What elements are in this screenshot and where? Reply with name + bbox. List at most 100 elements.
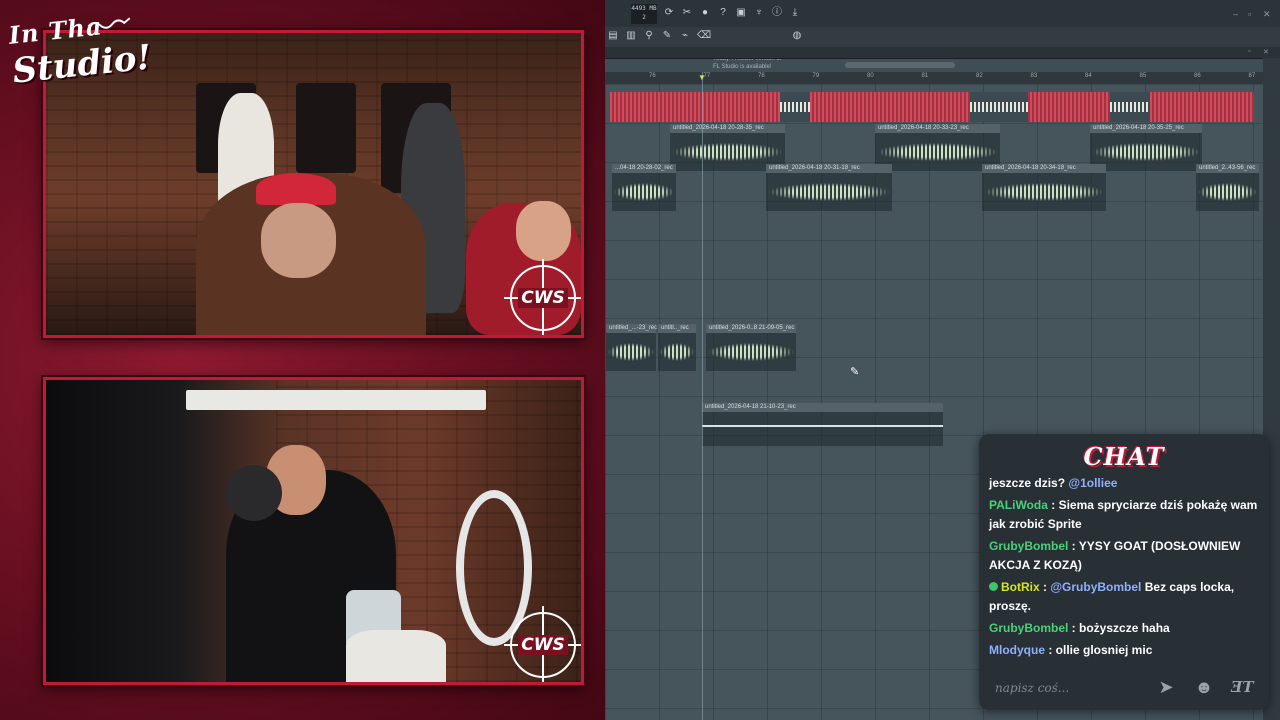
clip-waveform — [984, 183, 1104, 201]
paste-icon[interactable]: ▥ — [625, 30, 637, 42]
clip-name: untitled_2026-04-18 20-31-18_rec — [769, 165, 860, 171]
refresh-icon[interactable]: ⟳ — [663, 7, 675, 19]
webcam-vocal-booth: CWS — [43, 377, 584, 685]
ruler-tick-label: 82 — [976, 73, 983, 79]
clip-name: untitled_2026-04-18 20-33-23_rec — [878, 125, 969, 131]
ruler-tick-label: 80 — [867, 73, 874, 79]
chat-message: PALiWoda : Siema spryciarze dziś pokażę … — [989, 496, 1259, 534]
clip-name: untitled_2026-04-18 20-35-25_rec — [1093, 125, 1184, 131]
pin-icon[interactable]: ⚲ — [643, 30, 655, 42]
ceiling-light — [186, 390, 486, 410]
ruler-tick-label: 81 — [921, 73, 929, 79]
audio-clip[interactable]: untitled_2026-04-18 20-35-25_rec — [1090, 124, 1202, 171]
clip-waveform — [1198, 183, 1257, 201]
chat-username[interactable]: GrubyBombel — [989, 621, 1068, 635]
chat-message: Mlodyque : ollie glosniej mic — [989, 641, 1259, 660]
clip-name: ...04-18 20-28-02_rec — [615, 165, 673, 171]
mic-icon[interactable]: ● — [699, 7, 711, 19]
playhead-marker-icon[interactable]: ▼ — [698, 73, 706, 82]
scissors-icon[interactable]: ✂ — [681, 7, 693, 19]
chat-username[interactable]: BotRix — [1001, 580, 1040, 594]
cws-logo: CWS — [510, 265, 576, 331]
clip-name: untitl.._rec — [661, 325, 689, 331]
info-icon[interactable]: ⓘ — [771, 7, 783, 19]
ruler-tick-label: 85 — [1139, 73, 1147, 79]
chat-separator: : — [1068, 539, 1079, 553]
ruler-tick-label: 78 — [758, 73, 765, 79]
master-track-waveform[interactable] — [610, 92, 1254, 122]
clip-waveform — [708, 343, 794, 361]
audio-clip[interactable]: ...04-18 20-28-02_rec — [612, 164, 676, 211]
audio-clip[interactable]: untitled_...-23_rec — [606, 324, 658, 371]
clip-name: untitled_2026-0..8 21-09-05_rec — [709, 325, 795, 331]
playlist-header: ▫ ✕ — [605, 47, 1280, 59]
audio-clip-recording[interactable]: untitled_2026-04-18 21-10-23_rec — [702, 403, 943, 446]
clip-name: untitled_...-23_rec — [609, 325, 658, 331]
emote-icon[interactable]: ƎT — [1231, 676, 1254, 698]
maximize-icon[interactable]: ▫ — [1248, 9, 1251, 19]
chat-message: jeszcze dzis? @1olliee — [989, 474, 1259, 493]
send-icon[interactable]: ➤ — [1155, 676, 1177, 698]
audio-clip[interactable]: untitl.._rec — [658, 324, 696, 371]
globe-icon[interactable]: ◍ — [791, 30, 803, 42]
clip-waveform — [1092, 143, 1200, 161]
delete-icon[interactable]: ⌫ — [697, 30, 711, 42]
audio-clip[interactable]: untitled_2026-04-18 20-31-18_rec — [766, 164, 892, 211]
playlist-restore-icon[interactable]: ▫ — [1248, 48, 1250, 55]
copy-icon[interactable]: ▤ — [607, 30, 619, 42]
chat-message: GrubyBombel : bożyszcze haha — [989, 619, 1259, 638]
playhead[interactable] — [702, 72, 703, 720]
fl-toolbar-secondary: ▤ ▥ ⚲ ✎ ⌁ ⌫ Today: A newer version of FL… — [605, 27, 1280, 70]
chat-mention[interactable]: @1olliee — [1068, 476, 1117, 490]
horizontal-scrollbar[interactable] — [845, 62, 955, 68]
save-icon[interactable]: ▣ — [735, 7, 747, 19]
news-line2: FL Studio is available! — [713, 64, 772, 70]
memory-readout: 4493 MB 2 — [631, 4, 657, 24]
cws-logo: CWS — [510, 612, 576, 678]
chat-username[interactable]: GrubyBombel — [989, 539, 1068, 553]
help-icon[interactable]: ? — [717, 7, 729, 19]
clip-name: untitled_2026-04-18 20-34-18_rec — [985, 165, 1076, 171]
ruler-tick-label: 76 — [649, 73, 656, 79]
chat-title: CHAT — [1083, 442, 1165, 471]
clip-name: untitled_2026-04-18 21-10-23_rec — [705, 404, 796, 410]
cws-logo-text: CWS — [518, 288, 568, 308]
clip-waveform — [768, 183, 890, 201]
red-cap — [256, 173, 336, 205]
ruler-tick-label: 86 — [1194, 73, 1201, 79]
clip-waveform — [660, 343, 694, 361]
ruler-tick-label: 87 — [1248, 73, 1256, 79]
audio-clip[interactable]: untitled_2026-04-18 20-34-18_rec — [982, 164, 1106, 211]
audio-clip[interactable]: untitled_2..43-56_rec — [1196, 164, 1259, 211]
clip-waveform — [672, 143, 783, 161]
memory-text: 4493 MB — [631, 5, 657, 12]
chat-username[interactable]: PALiWoda — [989, 498, 1048, 512]
fl-toolbar: 4493 MB 2 ⟳ ✂ ● ? ▣ ♆ ⓘ ⤓ – ▫ ✕ — [605, 0, 1280, 28]
chair — [346, 630, 446, 682]
clip-waveform — [877, 143, 998, 161]
clip-name: untitled_2..43-56_rec — [1199, 165, 1256, 171]
waveform-gap — [780, 92, 810, 122]
plugin-icon[interactable]: ♆ — [753, 7, 765, 19]
close-icon[interactable]: ✕ — [1263, 9, 1271, 20]
verified-bot-icon — [989, 582, 998, 591]
chat-username[interactable]: Mlodyque — [989, 643, 1045, 657]
microphone-icon — [226, 465, 282, 521]
paint-icon[interactable]: ⌁ — [679, 30, 691, 42]
minimize-icon[interactable]: – — [1233, 9, 1238, 19]
ruler-tick-label: 84 — [1085, 73, 1092, 79]
chat-message-text: jeszcze dzis? — [989, 476, 1069, 490]
chat-separator: : — [1047, 498, 1059, 512]
playlist-close-icon[interactable]: ✕ — [1263, 48, 1269, 56]
chat-separator: : — [1068, 621, 1080, 635]
download-icon[interactable]: ⤓ — [789, 7, 801, 19]
clip-waveform — [614, 183, 674, 201]
chat-mention[interactable]: @GrubyBombel — [1050, 580, 1141, 594]
draw-icon[interactable]: ✎ — [661, 30, 673, 42]
chat-separator: : — [1039, 580, 1051, 594]
audio-clip[interactable]: untitled_2026-0..8 21-09-05_rec — [706, 324, 796, 371]
chat-message: GrubyBombel : YYSY GOAT (DOSŁOWNIEW AKCJ… — [989, 537, 1259, 575]
emoji-icon[interactable]: ☻ — [1193, 676, 1215, 698]
chat-panel: CHAT jeszcze dzis? @1olliee PALiWoda : Si… — [979, 434, 1269, 710]
flat-waveform — [702, 425, 943, 427]
